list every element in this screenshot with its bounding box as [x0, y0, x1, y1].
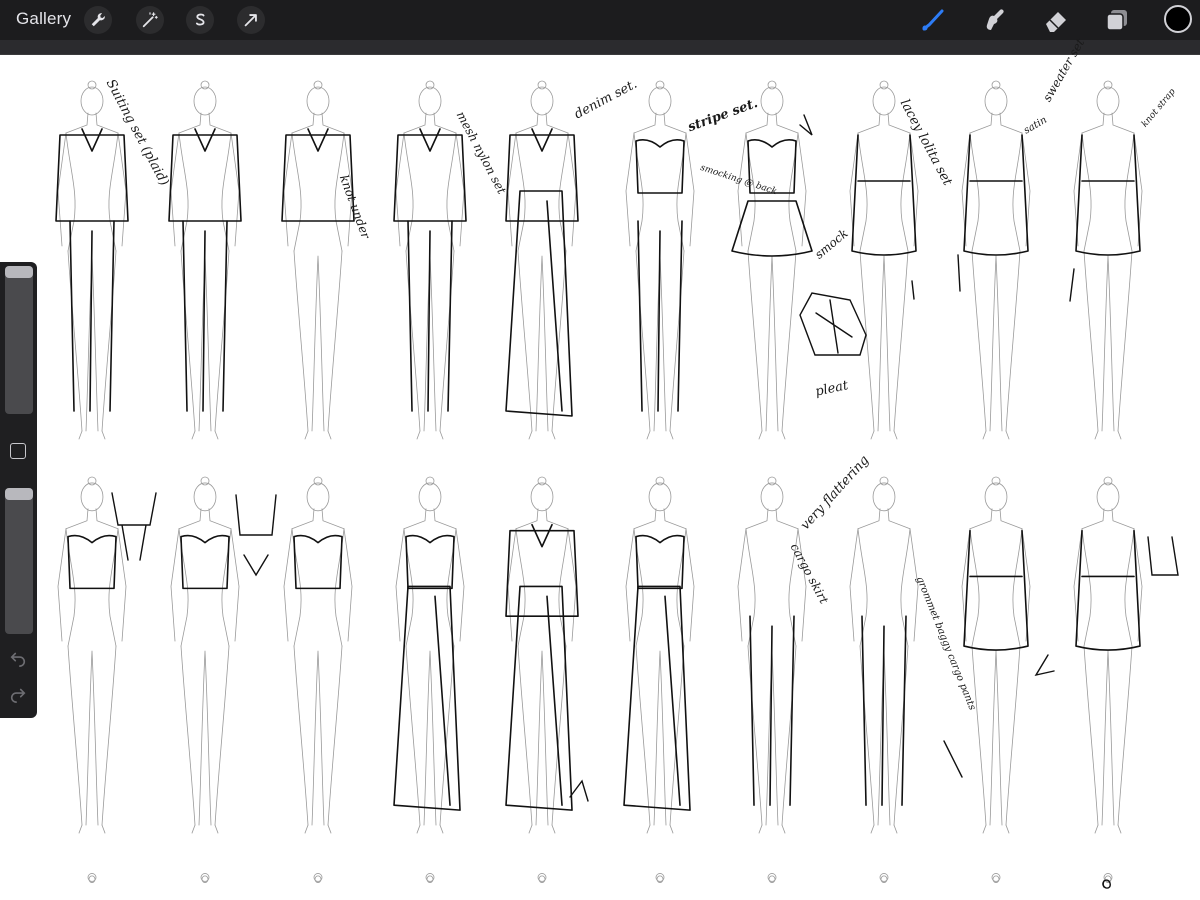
garment-sketch: [637, 220, 683, 412]
brush-tool-button[interactable]: [918, 5, 948, 35]
adjustments-button[interactable]: [136, 6, 164, 34]
croquis-figure: [961, 80, 1031, 440]
detail-sketches: [111, 114, 1179, 889]
knot-top-detail: [111, 492, 157, 561]
modify-square-button[interactable]: [10, 443, 26, 459]
croquis-figure: [737, 80, 807, 440]
garment-sketch: [635, 534, 685, 590]
magic-wand-icon: [142, 12, 158, 28]
garment-sketch: [182, 220, 228, 412]
garment-sketch: [963, 529, 1029, 651]
croquis-figure: [1073, 476, 1143, 834]
redo-icon: [10, 688, 26, 703]
croquis-figure: [283, 476, 353, 834]
garment-sketch: [963, 134, 1029, 256]
actions-button[interactable]: [84, 6, 112, 34]
croquis-figure: [991, 873, 1001, 883]
strap-detail: [1147, 536, 1179, 576]
croquis-figure: [961, 476, 1031, 834]
smock-detail-sketch: [799, 292, 867, 356]
gallery-button[interactable]: Gallery: [16, 9, 71, 29]
arrow-mark: [1034, 654, 1055, 677]
arrow-mark: [943, 740, 963, 778]
arrow-mark: [911, 280, 915, 300]
arrow-mark: [1069, 268, 1075, 302]
croquis-figure: [87, 873, 97, 883]
eraser-tool-button[interactable]: [1041, 5, 1071, 35]
garment-sketch: [1075, 529, 1141, 651]
layers-icon: [1106, 10, 1127, 31]
garment-sketch: [67, 534, 117, 590]
croquis-figure: [655, 873, 665, 883]
croquis-figure: [767, 873, 777, 883]
undo-button[interactable]: [8, 648, 28, 668]
transform-arrow-icon: [244, 14, 257, 27]
garment-sketch: [69, 220, 115, 412]
garment-sketch: [635, 139, 685, 194]
color-picker-button[interactable]: [1164, 5, 1192, 33]
croquis-figure: [425, 873, 435, 883]
brush-icon: [922, 9, 944, 31]
garment-sketch: [405, 534, 455, 590]
croquis-figures-layer: [55, 80, 1179, 889]
brush-size-thumb[interactable]: [5, 266, 33, 278]
layers-button[interactable]: [1102, 5, 1132, 35]
undo-icon: [10, 652, 26, 667]
garment-sketch: [731, 200, 813, 257]
drawing-canvas[interactable]: Suiting set (plaid) knot under mesh nylo…: [0, 36, 1200, 900]
wrench-icon: [91, 13, 105, 27]
brush-size-slider[interactable]: [5, 266, 33, 414]
opacity-thumb[interactable]: [5, 488, 33, 500]
croquis-figure: [313, 873, 323, 883]
garment-sketch: [407, 220, 453, 412]
eraser-icon: [1046, 12, 1066, 32]
garment-sketch: [180, 534, 230, 590]
arrow-mark: [799, 114, 813, 136]
garment-sketch: [861, 615, 907, 806]
selection-s-icon: [195, 13, 205, 26]
arrow-mark: [569, 779, 589, 802]
croquis-figure: [200, 873, 210, 883]
redo-button[interactable]: [8, 684, 28, 704]
croquis-figure: [849, 80, 919, 440]
smudge-icon: [986, 9, 1004, 30]
garment-sketch: [749, 615, 795, 806]
top-toolbar: Gallery: [0, 0, 1200, 40]
croquis-figure: [537, 873, 547, 883]
garment-sketch: [293, 534, 343, 590]
arrow-mark: [957, 254, 961, 292]
toolbar-divider: [0, 40, 1200, 55]
selection-button[interactable]: [186, 6, 214, 34]
garment-sketch: [851, 134, 917, 256]
smudge-tool-button[interactable]: [980, 5, 1010, 35]
transform-button[interactable]: [237, 6, 265, 34]
garment-sketch: [1075, 134, 1141, 256]
left-sidebar: [0, 262, 37, 718]
croquis-figure: [170, 476, 240, 834]
croquis-figure: [1073, 80, 1143, 440]
croquis-figure: [879, 873, 889, 883]
opacity-slider[interactable]: [5, 488, 33, 634]
croquis-figure: [57, 476, 127, 834]
halter-detail: [235, 494, 277, 577]
